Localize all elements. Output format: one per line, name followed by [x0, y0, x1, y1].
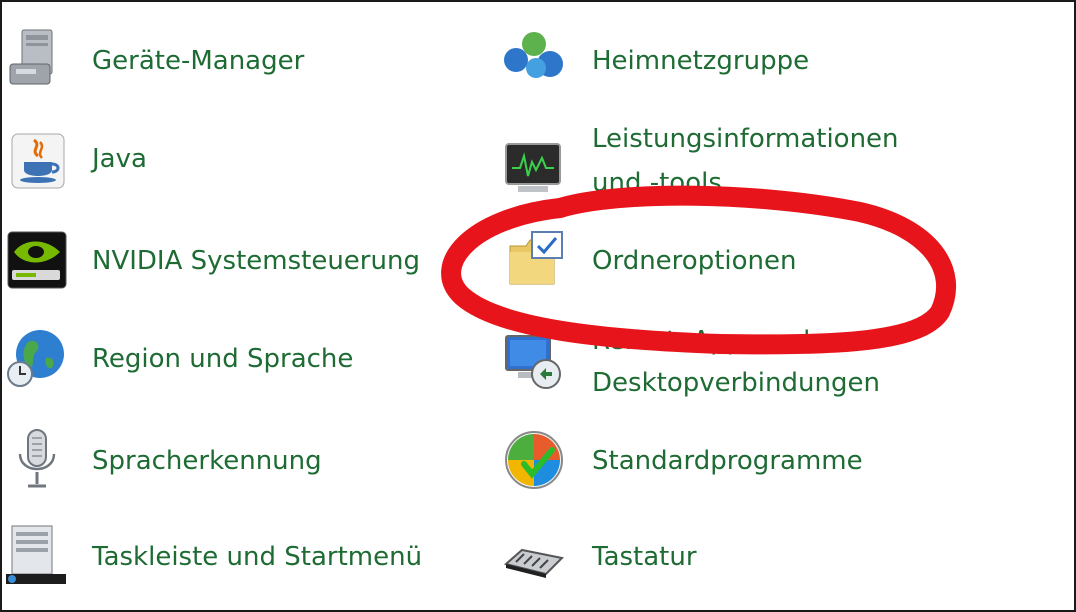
java-label: Java — [92, 144, 147, 174]
leistungsinformationen-label-line2: und -tools — [592, 168, 722, 198]
standardprogramme-item[interactable]: Standardprogramme — [502, 422, 922, 502]
device-manager-icon — [8, 28, 70, 90]
globe-clock-icon — [6, 328, 68, 390]
taskleiste-label: Taskleiste und Startmenü — [92, 542, 423, 572]
heimnetzgruppe-item[interactable]: Heimnetzgruppe — [502, 22, 922, 102]
homegroup-icon — [502, 28, 564, 90]
keyboard-icon — [502, 530, 564, 592]
region-sprache-label: Region und Sprache — [92, 344, 354, 374]
tastatur-label: Tastatur — [592, 542, 697, 572]
standardprogramme-label: Standardprogramme — [592, 446, 863, 476]
nvidia-icon — [6, 228, 68, 290]
java-item[interactable]: Java — [2, 120, 422, 200]
performance-monitor-icon — [502, 136, 564, 198]
remoteapp-item[interactable]: RemoteApp- und Desktopverbindungen — [502, 320, 942, 410]
nvidia-label: NVIDIA Systemsteuerung — [92, 246, 420, 276]
tastatur-item[interactable]: Tastatur — [502, 518, 922, 598]
nvidia-item[interactable]: NVIDIA Systemsteuerung — [2, 222, 442, 302]
control-panel-window: Geräte-Manager Java NVIDIA Systemsteueru… — [0, 0, 1076, 612]
geraete-manager-item[interactable]: Geräte-Manager — [2, 22, 422, 102]
leistungsinformationen-item[interactable]: Leistungsinformationen und -tools — [502, 114, 942, 214]
folder-options-icon — [506, 228, 568, 290]
remoteapp-label-line2: Desktopverbindungen — [592, 368, 880, 398]
microphone-icon — [6, 428, 68, 490]
remote-desktop-icon — [502, 330, 564, 392]
java-icon — [8, 130, 70, 192]
leistungsinformationen-label-line1: Leistungsinformationen — [592, 124, 899, 154]
ordneroptionen-label: Ordneroptionen — [592, 246, 797, 276]
spracherkennung-label: Spracherkennung — [92, 446, 322, 476]
default-programs-icon — [502, 428, 564, 490]
taskbar-icon — [4, 524, 66, 586]
spracherkennung-item[interactable]: Spracherkennung — [2, 422, 422, 502]
geraete-manager-label: Geräte-Manager — [92, 46, 305, 76]
remoteapp-label-line1: RemoteApp- und — [592, 326, 811, 356]
ordneroptionen-item[interactable]: Ordneroptionen — [502, 222, 922, 302]
heimnetzgruppe-label: Heimnetzgruppe — [592, 46, 810, 76]
taskleiste-item[interactable]: Taskleiste und Startmenü — [2, 518, 452, 598]
region-sprache-item[interactable]: Region und Sprache — [2, 320, 422, 400]
